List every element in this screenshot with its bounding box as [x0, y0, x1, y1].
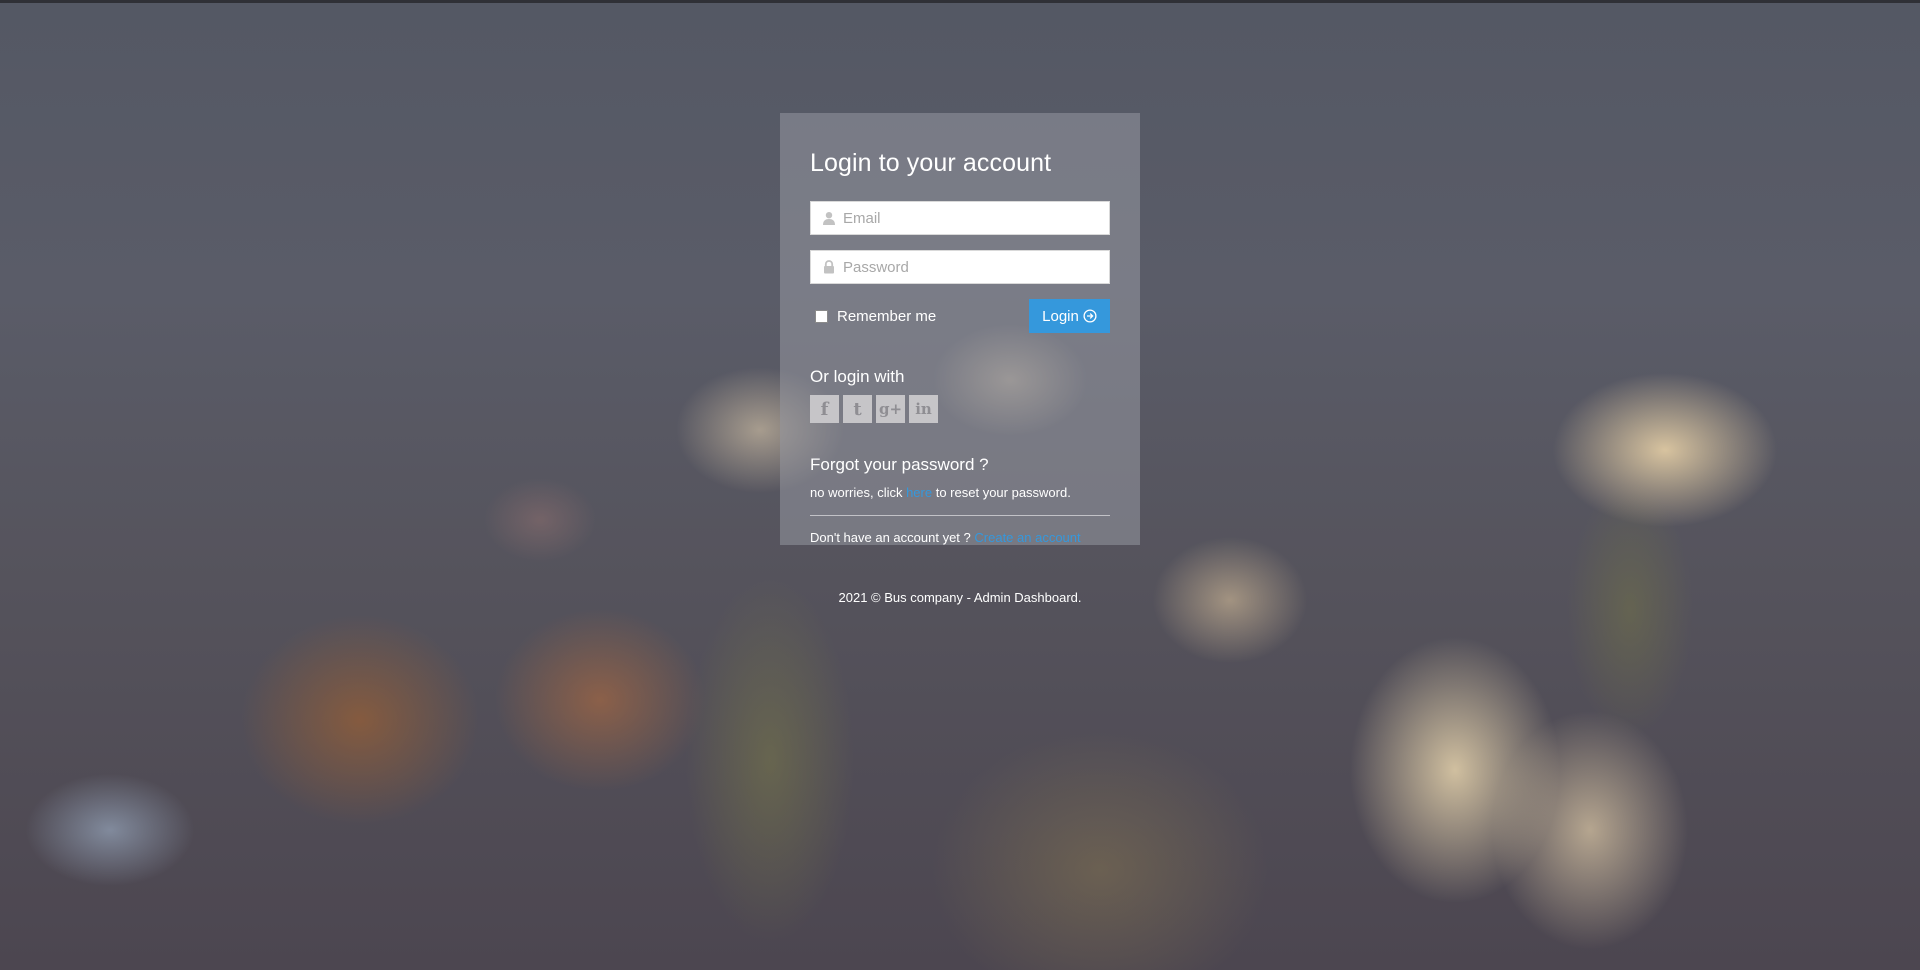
- social-login-title: Or login with: [810, 367, 905, 386]
- social-login-buttons: f t g+ in: [810, 395, 1110, 423]
- remember-me-label: Remember me: [837, 308, 937, 325]
- create-account-link[interactable]: Create an account: [974, 530, 1080, 545]
- forgot-password-title: Forgot your password ?: [810, 455, 989, 474]
- remember-me[interactable]: Remember me: [815, 308, 936, 325]
- forgot-password-text: no worries, click here to reset your pas…: [810, 485, 1110, 503]
- copyright: 2021 © Bus company - Admin Dashboard.: [838, 590, 1082, 605]
- user-icon: [823, 212, 835, 225]
- linkedin-icon[interactable]: in: [909, 395, 938, 423]
- reset-password-link[interactable]: here: [906, 485, 932, 500]
- login-button-label: Login: [1042, 307, 1079, 325]
- google-plus-glyph: g+: [878, 400, 903, 418]
- top-border: [0, 0, 1920, 3]
- google-plus-icon[interactable]: g+: [876, 395, 905, 423]
- remember-me-checkbox[interactable]: [815, 310, 828, 323]
- page-title: Login to your account: [810, 149, 1052, 177]
- twitter-icon[interactable]: t: [843, 395, 872, 423]
- facebook-glyph: f: [820, 398, 829, 420]
- forgot-text-after: to reset your password.: [932, 485, 1071, 500]
- arrow-circle-right-icon: [1083, 309, 1097, 323]
- twitter-glyph: t: [853, 398, 862, 420]
- password-field-wrapper: [810, 250, 1110, 284]
- login-actions: Remember me Login: [810, 299, 1110, 333]
- facebook-icon[interactable]: f: [810, 395, 839, 423]
- linkedin-glyph: in: [915, 400, 932, 418]
- divider: [810, 515, 1110, 516]
- create-account-text: Don't have an account yet ?: [810, 530, 971, 545]
- email-field-wrapper: [810, 201, 1110, 235]
- lock-icon: [824, 260, 834, 274]
- create-account-row: Don't have an account yet ? Create an ac…: [810, 530, 1110, 548]
- login-button[interactable]: Login: [1029, 299, 1110, 333]
- forgot-text-before: no worries, click: [810, 485, 907, 500]
- password-input[interactable]: [843, 251, 1098, 283]
- email-input[interactable]: [843, 202, 1098, 234]
- login-panel: Login to your account Remember me Login …: [780, 113, 1140, 545]
